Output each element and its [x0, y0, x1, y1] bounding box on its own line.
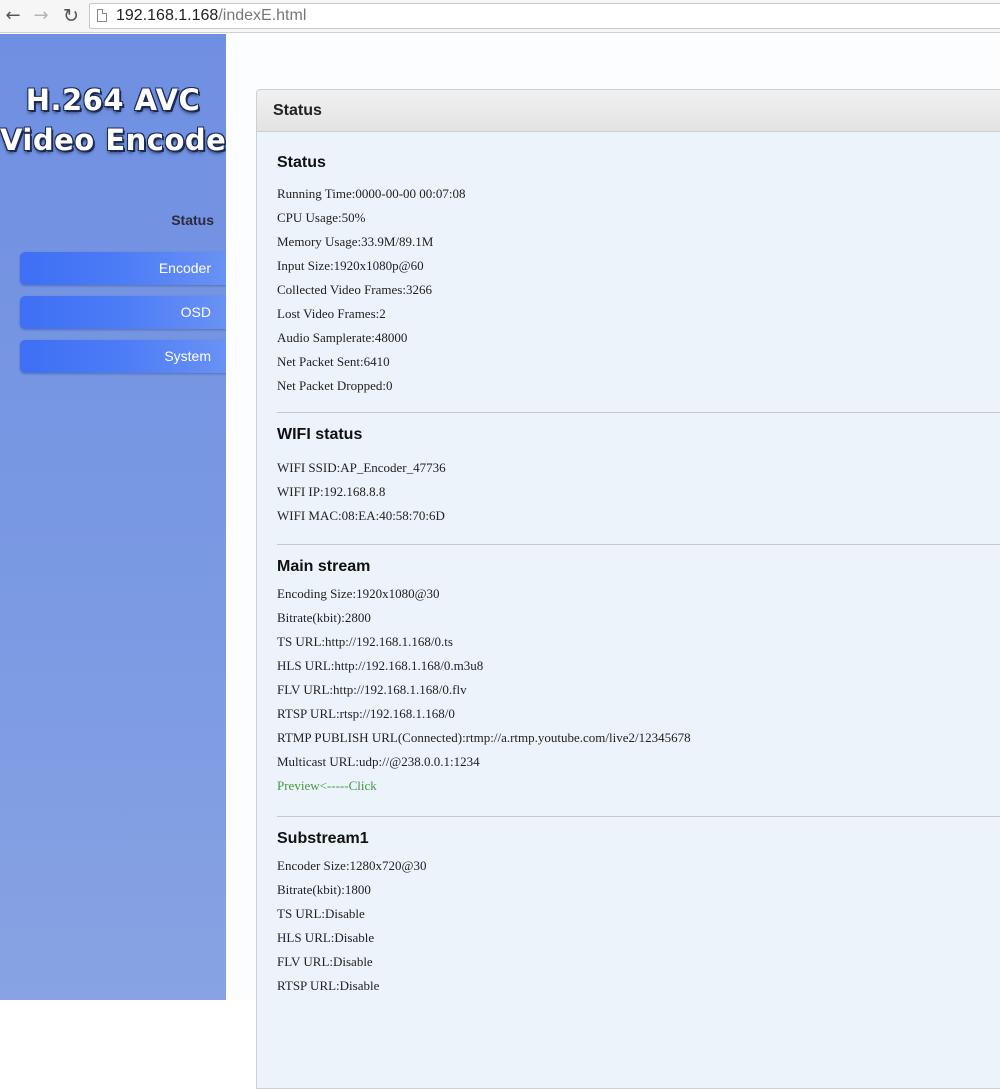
- main-stream-section: Main stream Encoding Size:1920x1080@30 B…: [277, 557, 1000, 798]
- status-line-memory: Memory Usage:33.9M/89.1M: [277, 234, 434, 249]
- wifi-line-mac: WIFI MAC:08:EA:40:58:70:6D: [277, 508, 445, 523]
- main-stream-line: RTSP URL:rtsp://192.168.1.168/0: [277, 706, 455, 721]
- main-stream-line: Multicast URL:udp://@238.0.0.1:1234: [277, 754, 480, 769]
- section-divider: [277, 544, 1000, 545]
- status-panel: Status Status Running Time:0000-00-00 00…: [256, 89, 1000, 1089]
- substream-line: Encoder Size:1280x720@30: [277, 858, 427, 873]
- address-bar[interactable]: 192.168.1.168/indexE.html: [89, 3, 1000, 29]
- section-divider: [277, 412, 1000, 413]
- main-stream-line: TS URL:http://192.168.1.168/0.ts: [277, 634, 453, 649]
- panel-header: Status: [257, 90, 1000, 132]
- wifi-section: WIFI status WIFI SSID:AP_Encoder_47736 W…: [277, 425, 1000, 528]
- status-line-packets-dropped: Net Packet Dropped:0: [277, 378, 393, 393]
- logo-line-1: H.264 AVC: [25, 83, 201, 117]
- sidebar-item-label: Encoder: [158, 260, 211, 276]
- status-line-input-size: Input Size:1920x1080p@60: [277, 258, 424, 273]
- main-stream-line: Bitrate(kbit):2800: [277, 610, 371, 625]
- back-arrow-icon[interactable]: ←: [2, 5, 24, 27]
- main-content: Status Status Running Time:0000-00-00 00…: [226, 34, 1000, 1089]
- substream-line: TS URL:Disable: [277, 906, 365, 921]
- sidebar-item-status[interactable]: Status: [20, 212, 214, 228]
- panel-title: Status: [273, 102, 322, 119]
- substream1-section: Substream1 Encoder Size:1280x720@30 Bitr…: [277, 829, 1000, 998]
- status-line-cpu: CPU Usage:50%: [277, 210, 366, 225]
- substream-line: Bitrate(kbit):1800: [277, 882, 371, 897]
- status-line-running-time: Running Time:0000-00-00 00:07:08: [277, 186, 466, 201]
- section-divider: [277, 816, 1000, 817]
- main-stream-line: FLV URL:http://192.168.1.168/0.flv: [277, 682, 467, 697]
- browser-toolbar: ← → ↻ 192.168.1.168/indexE.html: [0, 0, 1000, 33]
- sidebar-item-encoder[interactable]: Encoder: [20, 252, 226, 285]
- section-title: WIFI status: [277, 426, 363, 443]
- status-section: Status Running Time:0000-00-00 00:07:08 …: [277, 153, 1000, 398]
- page-icon: [97, 9, 107, 22]
- sidebar-item-label: OSD: [180, 304, 211, 320]
- url-path: /indexE.html: [218, 7, 307, 24]
- forward-arrow-icon[interactable]: →: [30, 5, 52, 27]
- main-stream-line: RTMP PUBLISH URL(Connected):rtmp://a.rtm…: [277, 730, 691, 745]
- status-line-lost-frames: Lost Video Frames:2: [277, 306, 386, 321]
- status-line-collected-frames: Collected Video Frames:3266: [277, 282, 432, 297]
- logo-line-2: Video Encoder: [0, 123, 242, 157]
- wifi-line-ssid: WIFI SSID:AP_Encoder_47736: [277, 460, 446, 475]
- substream-line: FLV URL:Disable: [277, 954, 373, 969]
- sidebar: H.264 AVC Video Encoder Status Encoder O…: [0, 34, 242, 1000]
- section-title: Status: [277, 154, 326, 171]
- substream-line: RTSP URL:Disable: [277, 978, 380, 993]
- preview-link[interactable]: Preview<-----Click: [277, 774, 1000, 798]
- status-line-packets-sent: Net Packet Sent:6410: [277, 354, 390, 369]
- section-title: Main stream: [277, 558, 371, 575]
- reload-icon[interactable]: ↻: [60, 5, 82, 27]
- section-title: Substream1: [277, 830, 369, 847]
- main-stream-line: Encoding Size:1920x1080@30: [277, 586, 440, 601]
- wifi-line-ip: WIFI IP:192.168.8.8: [277, 484, 386, 499]
- status-line-audio: Audio Samplerate:48000: [277, 330, 408, 345]
- sidebar-item-system[interactable]: System: [20, 340, 226, 373]
- url-host: 192.168.1.168: [116, 7, 219, 24]
- url-text[interactable]: 192.168.1.168/indexE.html: [116, 7, 306, 25]
- logo: H.264 AVC Video Encoder: [0, 80, 242, 160]
- sidebar-item-label: System: [164, 348, 211, 364]
- sidebar-item-osd[interactable]: OSD: [20, 296, 226, 329]
- main-stream-line: HLS URL:http://192.168.1.168/0.m3u8: [277, 658, 484, 673]
- substream-line: HLS URL:Disable: [277, 930, 375, 945]
